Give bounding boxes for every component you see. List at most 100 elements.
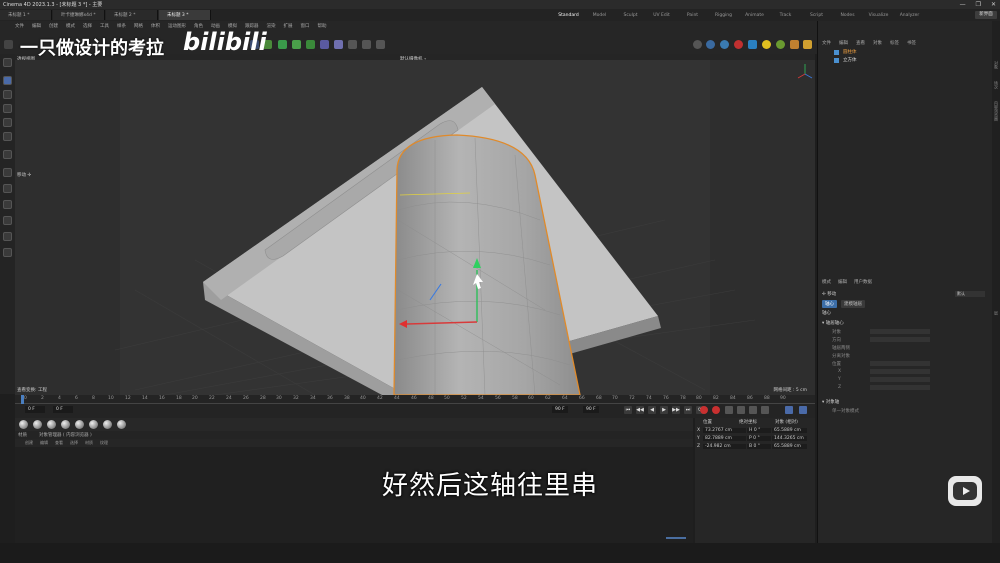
timeline-settings-icon[interactable]	[785, 406, 793, 414]
attr-menu-userdata[interactable]: 用户数据	[854, 279, 872, 285]
material-icon[interactable]	[790, 40, 799, 49]
menu-render[interactable]: 渲染	[267, 23, 276, 29]
attr-field-direction[interactable]	[870, 337, 930, 342]
deformer-icon[interactable]	[292, 40, 301, 49]
material-zoom-slider[interactable]	[666, 537, 686, 539]
om-menu-bookmarks[interactable]: 书签	[907, 40, 916, 46]
coord-rot-b[interactable]: B 0 °	[747, 444, 771, 449]
field-icon[interactable]	[320, 40, 329, 49]
om-menu-file[interactable]: 文件	[822, 40, 831, 46]
axis-mode-icon[interactable]	[3, 232, 12, 241]
coord-rot-p[interactable]: P 0 °	[747, 436, 771, 441]
tab-object-manager[interactable]: 对象管理器 ( 内容浏览器 )	[39, 432, 92, 438]
viewport[interactable]: 移动 ✢ 查看变换: 工程 网格间距 : 5 cm	[15, 60, 815, 395]
close-button[interactable]: ✕	[991, 1, 996, 8]
timeline-mode-icon[interactable]	[799, 406, 807, 414]
current-frame-field[interactable]: 0 F	[25, 406, 45, 413]
side-tab-content-browser[interactable]: 内容浏览器	[993, 101, 999, 121]
layout-nodes[interactable]: Nodes	[832, 13, 863, 18]
side-tab-takes[interactable]: 场次	[993, 81, 999, 89]
key-rotation-icon[interactable]	[749, 406, 757, 414]
record-icon[interactable]	[700, 406, 708, 414]
doc-tab-2[interactable]: 叶卡捷琳娜x4d *	[53, 10, 105, 20]
attributes-mode-select[interactable]: 默认	[955, 291, 985, 297]
snap-toggle-icon[interactable]	[3, 248, 12, 257]
attr-menu-mode[interactable]: 模式	[822, 279, 831, 285]
render-settings-icon[interactable]	[748, 40, 757, 49]
menu-tools[interactable]: 工具	[100, 23, 109, 29]
render-queue-icon[interactable]	[734, 40, 743, 49]
next-key-button[interactable]: ▶▶	[672, 406, 680, 414]
mat-menu-view[interactable]: 查看	[55, 440, 63, 446]
attr-field-object[interactable]	[870, 329, 930, 334]
coord-mode-1[interactable]: 绝对坐标	[739, 419, 757, 425]
autokey-icon[interactable]	[712, 406, 720, 414]
side-tab-layers[interactable]: 层	[993, 311, 999, 315]
menu-select[interactable]: 选择	[83, 23, 92, 29]
mat-menu-edit[interactable]: 编辑	[40, 440, 48, 446]
layout-uv-edit[interactable]: UV Edit	[646, 13, 677, 18]
start-frame-field[interactable]: 0 F	[53, 406, 73, 413]
material-sphere-icon[interactable]	[19, 420, 28, 429]
attr-field-x[interactable]	[870, 369, 930, 374]
mat-menu-material[interactable]: 材质	[85, 440, 93, 446]
prev-frame-button[interactable]: ◀	[648, 406, 656, 414]
om-menu-tags[interactable]: 标签	[890, 40, 899, 46]
go-start-button[interactable]: ⏮	[624, 406, 632, 414]
layout-analyzer[interactable]: Analyzer	[894, 13, 925, 18]
polygons-mode-icon[interactable]	[3, 200, 12, 209]
light-icon[interactable]	[348, 40, 357, 49]
key-selection-icon[interactable]	[725, 406, 733, 414]
new-ui-button[interactable]: 新界面	[975, 11, 997, 19]
menu-volume[interactable]: 体积	[151, 23, 160, 29]
go-end-button[interactable]: ⏭	[684, 406, 692, 414]
menu-spline[interactable]: 样条	[117, 23, 126, 29]
menu-mesh[interactable]: 网格	[134, 23, 143, 29]
object-row-cube[interactable]: 立方体	[834, 57, 857, 63]
coord-rot-h[interactable]: H 0 °	[747, 428, 771, 433]
menu-help[interactable]: 帮助	[318, 23, 327, 29]
edges-mode-icon[interactable]	[3, 184, 12, 193]
attributes-subsection[interactable]: ▾ 轴居轴心	[822, 320, 844, 326]
lasso-tool-icon[interactable]	[3, 118, 12, 127]
doc-tab-4[interactable]: 未标题 3 *	[159, 10, 211, 20]
layout-track[interactable]: Track	[770, 13, 801, 18]
mat-menu-create[interactable]: 创建	[25, 440, 33, 446]
layout-script[interactable]: Script	[801, 13, 832, 18]
undo-icon[interactable]	[4, 40, 13, 49]
layout-paint[interactable]: Paint	[677, 13, 708, 18]
om-menu-edit[interactable]: 编辑	[839, 40, 848, 46]
generator-icon[interactable]	[278, 40, 287, 49]
attributes-section-object-axis[interactable]: ▾ 对象轴	[822, 399, 839, 405]
om-menu-object[interactable]: 对象	[873, 40, 882, 46]
key-position-icon[interactable]	[737, 406, 745, 414]
material-sphere-icon[interactable]	[47, 420, 56, 429]
render-picture-icon[interactable]	[720, 40, 729, 49]
doc-tab-3[interactable]: 未标题 2 *	[106, 10, 158, 20]
menu-edit[interactable]: 编辑	[32, 23, 41, 29]
layout-visualize[interactable]: Visualize	[863, 13, 894, 18]
mograph-icon[interactable]	[306, 40, 315, 49]
move-tool-icon[interactable]	[3, 76, 12, 85]
layout-model[interactable]: Model	[584, 13, 615, 18]
render-view-icon[interactable]	[693, 40, 702, 49]
menu-create[interactable]: 创建	[49, 23, 58, 29]
coord-pos-y[interactable]: 82.7889 cm	[703, 436, 746, 441]
attr-menu-edit[interactable]: 编辑	[838, 279, 847, 285]
prev-key-button[interactable]: ◀◀	[636, 406, 644, 414]
menu-file[interactable]: 文件	[15, 23, 24, 29]
attr-field-z[interactable]	[870, 385, 930, 390]
layout-sculpt[interactable]: Sculpt	[615, 13, 646, 18]
coord-mode-2[interactable]: 对象 (相对)	[775, 419, 798, 425]
coord-pos-z[interactable]: -24.982 cm	[703, 444, 746, 449]
menu-extensions[interactable]: 扩展	[284, 23, 293, 29]
material-sphere-icon[interactable]	[117, 420, 126, 429]
key-scale-icon[interactable]	[761, 406, 769, 414]
maximize-button[interactable]: ❐	[976, 1, 981, 8]
render-region-icon[interactable]	[706, 40, 715, 49]
coord-size-x[interactable]: 65.5889 cm	[772, 428, 807, 433]
attr-field-y[interactable]	[870, 377, 930, 382]
scene-icon[interactable]	[803, 40, 812, 49]
live-select-icon[interactable]	[3, 58, 12, 67]
layout-standard[interactable]: Standard	[553, 13, 584, 18]
